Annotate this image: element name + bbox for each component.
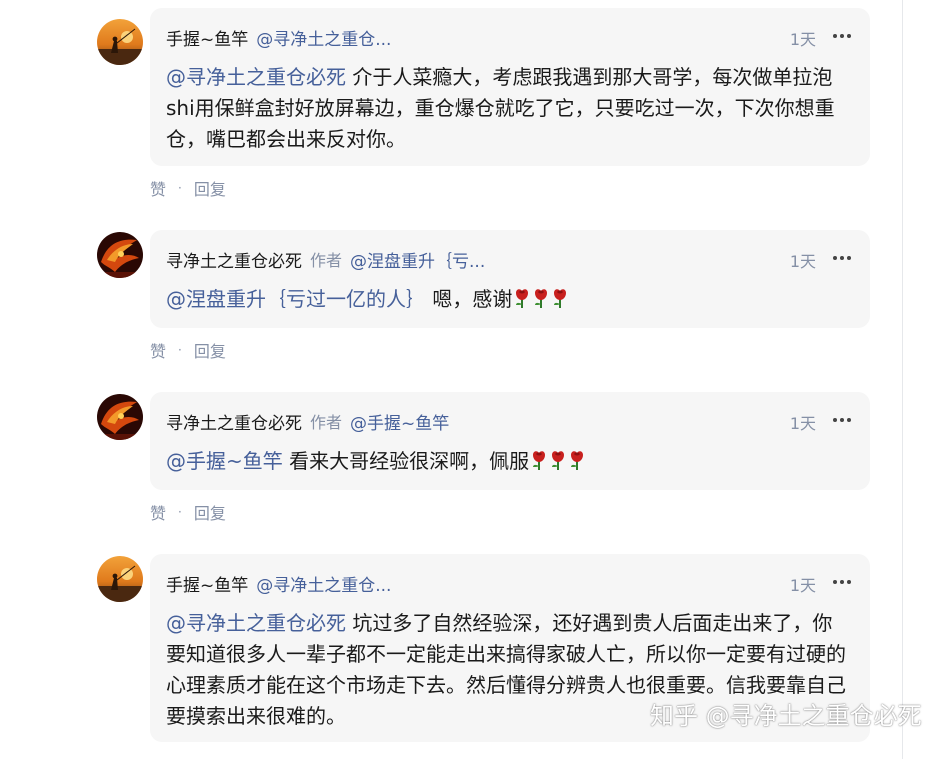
comment-text: @手握~鱼竿 看来大哥经验很深啊，佩服 <box>166 446 846 480</box>
rose-icon <box>568 449 586 480</box>
author-name[interactable]: 手握~鱼竿 <box>166 25 248 50</box>
timestamp: 1天 <box>789 576 816 595</box>
author-badge: 作者 <box>310 413 343 432</box>
reply-target[interactable]: @寻净土之重仓... <box>256 25 391 50</box>
comment-actions: 赞 · 回复 <box>150 176 226 200</box>
comment-text: @涅盘重升｛亏过一亿的人｝ 嗯，感谢 <box>166 284 846 318</box>
reply-target[interactable]: @寻净土之重仓... <box>256 571 391 596</box>
rose-icon <box>513 287 531 318</box>
comment-thread: 手握~鱼竿 @寻净土之重仓... 1天 @寻净土之重仓必死 介于人菜瘾大，考虑跟… <box>0 0 925 759</box>
author-name[interactable]: 寻净土之重仓必死 <box>166 247 302 272</box>
mention-link[interactable]: @寻净土之重仓必死 <box>166 65 346 89</box>
avatar[interactable] <box>97 556 143 602</box>
separator-dot: · <box>178 343 182 357</box>
separator-dot: · <box>178 505 182 519</box>
comment-content: 看来大哥经验很深啊，佩服 <box>282 449 530 473</box>
comment-actions: 赞 · 回复 <box>150 500 226 524</box>
comment-item: 寻净土之重仓必死 作者 @手握~鱼竿 1天 @手握~鱼竿 看来大哥经验很深啊，佩… <box>0 392 900 532</box>
comment-content: 嗯，感谢 <box>426 287 513 311</box>
comment-bubble: 寻净土之重仓必死 作者 @手握~鱼竿 1天 @手握~鱼竿 看来大哥经验很深啊，佩… <box>150 392 870 490</box>
comment-item: 寻净土之重仓必死 作者 @涅盘重升｛亏... 1天 @涅盘重升｛亏过一亿的人｝ … <box>0 230 900 370</box>
author-name[interactable]: 手握~鱼竿 <box>166 571 248 596</box>
more-icon[interactable] <box>830 408 854 432</box>
timestamp: 1天 <box>789 30 816 49</box>
watermark-text: 知乎 @寻净土之重仓必死 <box>650 701 922 730</box>
author-name[interactable]: 寻净土之重仓必死 <box>166 409 302 434</box>
comment-header: 寻净土之重仓必死 作者 @涅盘重升｛亏... 1天 <box>166 246 854 272</box>
comment-text: @寻净土之重仓必死 介于人菜瘾大，考虑跟我遇到那大哥学，每次做单拉泡shi用保鲜… <box>166 62 846 155</box>
rose-icon <box>532 287 550 318</box>
avatar[interactable] <box>97 19 143 65</box>
comment-header: 手握~鱼竿 @寻净土之重仓... 1天 <box>166 570 854 596</box>
comment-actions: 赞 · 回复 <box>150 338 226 362</box>
comment-bubble: 寻净土之重仓必死 作者 @涅盘重升｛亏... 1天 @涅盘重升｛亏过一亿的人｝ … <box>150 230 870 328</box>
reply-button[interactable]: 回复 <box>194 500 226 524</box>
mention-link[interactable]: @涅盘重升｛亏过一亿的人｝ <box>166 287 426 311</box>
timestamp: 1天 <box>789 414 816 433</box>
reply-target[interactable]: @涅盘重升｛亏... <box>350 247 485 272</box>
content-border <box>902 0 903 759</box>
avatar[interactable] <box>97 394 143 440</box>
more-icon[interactable] <box>830 570 854 594</box>
avatar[interactable] <box>97 232 143 278</box>
rose-icon <box>551 287 569 318</box>
timestamp: 1天 <box>789 252 816 271</box>
reply-button[interactable]: 回复 <box>194 338 226 362</box>
mention-link[interactable]: @手握~鱼竿 <box>166 449 283 473</box>
rose-icon <box>530 449 548 480</box>
comment-item: 手握~鱼竿 @寻净土之重仓... 1天 @寻净土之重仓必死 介于人菜瘾大，考虑跟… <box>0 8 900 208</box>
mention-link[interactable]: @寻净土之重仓必死 <box>166 611 346 635</box>
separator-dot: · <box>178 181 182 195</box>
author-badge: 作者 <box>310 251 343 270</box>
more-icon[interactable] <box>830 246 854 270</box>
comment-bubble: 手握~鱼竿 @寻净土之重仓... 1天 @寻净土之重仓必死 介于人菜瘾大，考虑跟… <box>150 8 870 166</box>
rose-icon <box>549 449 567 480</box>
like-button[interactable]: 赞 <box>150 176 166 200</box>
like-button[interactable]: 赞 <box>150 500 166 524</box>
watermark: 知乎 @寻净土之重仓必死 <box>650 696 922 730</box>
more-icon[interactable] <box>830 24 854 48</box>
comment-header: 寻净土之重仓必死 作者 @手握~鱼竿 1天 <box>166 408 854 434</box>
like-button[interactable]: 赞 <box>150 338 166 362</box>
comment-header: 手握~鱼竿 @寻净土之重仓... 1天 <box>166 24 854 50</box>
reply-button[interactable]: 回复 <box>194 176 226 200</box>
reply-target[interactable]: @手握~鱼竿 <box>350 409 449 434</box>
